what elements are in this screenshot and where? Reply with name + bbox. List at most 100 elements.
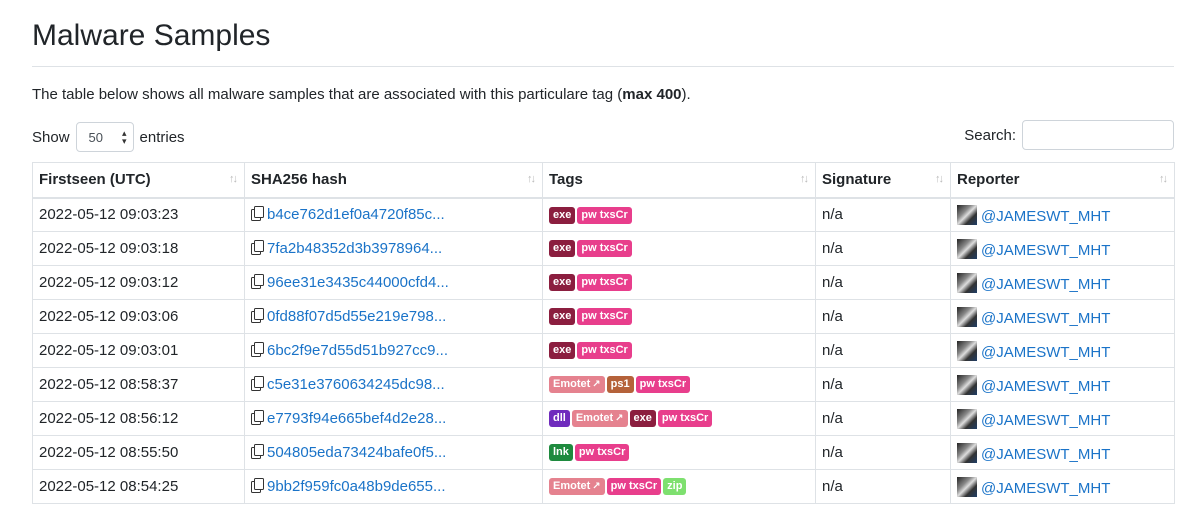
search-label: Search: bbox=[964, 126, 1016, 144]
reporter-link[interactable]: @JAMESWT_MHT bbox=[981, 480, 1110, 497]
tag-badge[interactable]: exe bbox=[549, 240, 576, 258]
tag-badge[interactable]: exe bbox=[549, 206, 576, 224]
external-link-icon: ↗ bbox=[615, 413, 624, 425]
column-header-reporter[interactable]: Reporter ↑↓ bbox=[950, 162, 1175, 199]
hash-link[interactable]: 9bb2f959fc0a48b9de655... bbox=[267, 478, 446, 495]
tag-badge[interactable]: Emotet ↗ bbox=[549, 376, 605, 394]
tag-badge[interactable]: exe bbox=[549, 308, 576, 326]
reporter-link[interactable]: @JAMESWT_MHT bbox=[981, 242, 1110, 259]
hash-link[interactable]: e7793f94e665bef4d2e28... bbox=[267, 410, 446, 427]
tag-badge[interactable]: pw txsCr bbox=[657, 410, 713, 428]
table-row: 2022-05-12 08:55:50 504805eda73424bafe0f5… bbox=[32, 435, 1175, 470]
column-header-signature[interactable]: Signature ↑↓ bbox=[815, 162, 951, 199]
hash-link[interactable]: 96ee31e3435c44000cfd4... bbox=[267, 274, 449, 291]
tag-badge[interactable]: pw txsCr bbox=[577, 206, 632, 224]
tags-cell: Emotet ↗ pw txsCr zip bbox=[542, 469, 816, 504]
page-description: The table below shows all malware sample… bbox=[32, 86, 691, 103]
copy-icon[interactable] bbox=[251, 240, 264, 255]
tag-badge[interactable]: pw txsCr bbox=[577, 308, 632, 326]
reporter-link[interactable]: @JAMESWT_MHT bbox=[981, 378, 1110, 395]
tags-cell: exe pw txsCr bbox=[542, 197, 816, 232]
avatar bbox=[957, 408, 977, 429]
hash-cell: 0fd88f07d5d55e219e798... bbox=[244, 299, 543, 334]
tag-badge[interactable]: pw txsCr bbox=[577, 240, 632, 258]
column-header-firstseen[interactable]: Firstseen (UTC) ↑↓ bbox=[32, 162, 245, 199]
reporter-cell: @JAMESWT_MHT bbox=[950, 333, 1175, 368]
firstseen-cell: 2022-05-12 08:54:25 bbox=[32, 469, 245, 504]
hash-link[interactable]: c5e31e3760634245dc98... bbox=[267, 376, 445, 393]
reporter-link[interactable]: @JAMESWT_MHT bbox=[981, 276, 1110, 293]
entries-select[interactable]: 50 ▴ ▾ bbox=[75, 122, 134, 152]
external-link-icon: ↗ bbox=[592, 379, 601, 391]
table-row: 2022-05-12 09:03:01 6bc2f9e7d55d51b927cc9… bbox=[32, 333, 1175, 368]
reporter-link[interactable]: @JAMESWT_MHT bbox=[981, 446, 1110, 463]
tag-badge[interactable]: pw txsCr bbox=[635, 376, 691, 394]
hash-cell: 7fa2b48352d3b3978964... bbox=[244, 231, 543, 266]
table-header-row: Firstseen (UTC) ↑↓ SHA256 hash ↑↓ Tags ↑↓ S… bbox=[32, 162, 1175, 199]
copy-icon[interactable] bbox=[251, 410, 264, 425]
tag-badge[interactable]: Emotet ↗ bbox=[571, 410, 628, 428]
hash-link[interactable]: 504805eda73424bafe0f5... bbox=[267, 444, 446, 461]
reporter-cell: @JAMESWT_MHT bbox=[950, 265, 1175, 300]
copy-icon[interactable] bbox=[251, 376, 264, 391]
copy-icon[interactable] bbox=[251, 308, 264, 323]
external-link-icon: ↗ bbox=[592, 481, 601, 493]
entries-label: entries bbox=[139, 128, 185, 146]
tags-cell: exe pw txsCr bbox=[542, 333, 816, 368]
hash-cell: 504805eda73424bafe0f5... bbox=[244, 435, 543, 470]
tags-cell: lnk pw txsCr bbox=[542, 435, 816, 470]
sort-arrows-icon: ↑↓ bbox=[229, 173, 238, 185]
signature-cell: n/a bbox=[815, 367, 951, 402]
avatar bbox=[957, 476, 977, 497]
firstseen-cell: 2022-05-12 09:03:18 bbox=[32, 231, 245, 266]
hash-link[interactable]: 6bc2f9e7d55d51b927cc9... bbox=[267, 342, 448, 359]
tag-badge[interactable]: exe bbox=[549, 274, 576, 292]
table-row: 2022-05-12 09:03:12 96ee31e3435c44000cfd4… bbox=[32, 265, 1175, 300]
reporter-cell: @JAMESWT_MHT bbox=[950, 197, 1175, 232]
reporter-cell: @JAMESWT_MHT bbox=[950, 469, 1175, 504]
tag-badge[interactable]: pw txsCr bbox=[606, 478, 662, 496]
show-label: Show bbox=[32, 128, 70, 146]
search-input[interactable] bbox=[1022, 120, 1174, 150]
tag-badge[interactable]: pw txsCr bbox=[577, 274, 632, 292]
avatar bbox=[957, 442, 977, 463]
hash-link[interactable]: 7fa2b48352d3b3978964... bbox=[267, 240, 442, 257]
signature-cell: n/a bbox=[815, 333, 951, 368]
tag-badge[interactable]: exe bbox=[549, 342, 576, 360]
reporter-cell: @JAMESWT_MHT bbox=[950, 367, 1175, 402]
copy-icon[interactable] bbox=[251, 478, 264, 493]
max-count: max 400 bbox=[622, 86, 682, 103]
copy-icon[interactable] bbox=[251, 206, 264, 222]
tag-badge[interactable]: pw txsCr bbox=[574, 444, 630, 462]
table-row: 2022-05-12 09:03:18 7fa2b48352d3b3978964.… bbox=[32, 231, 1175, 266]
tag-badge[interactable]: lnk bbox=[549, 444, 573, 462]
tag-badge[interactable]: exe bbox=[629, 410, 656, 428]
reporter-link[interactable]: @JAMESWT_MHT bbox=[981, 310, 1110, 327]
copy-icon[interactable] bbox=[251, 274, 264, 289]
firstseen-cell: 2022-05-12 08:55:50 bbox=[32, 435, 245, 470]
avatar bbox=[957, 204, 977, 225]
copy-icon[interactable] bbox=[251, 342, 264, 357]
tag-badge[interactable]: Emotet ↗ bbox=[549, 478, 605, 496]
tag-badge[interactable]: ps1 bbox=[606, 376, 634, 394]
tag-badge[interactable]: zip bbox=[663, 478, 687, 496]
tags-cell: exe pw txsCr bbox=[542, 231, 816, 266]
table-body: 2022-05-12 09:03:23 b4ce762d1ef0a4720f85c… bbox=[32, 197, 1175, 504]
column-header-sha256[interactable]: SHA256 hash ↑↓ bbox=[244, 162, 543, 199]
sort-arrows-icon: ↑↓ bbox=[935, 173, 944, 185]
avatar bbox=[957, 238, 977, 259]
reporter-link[interactable]: @JAMESWT_MHT bbox=[981, 412, 1110, 429]
table-row: 2022-05-12 09:03:06 0fd88f07d5d55e219e798… bbox=[32, 299, 1175, 334]
table-row: 2022-05-12 09:03:23 b4ce762d1ef0a4720f85c… bbox=[32, 197, 1175, 232]
reporter-link[interactable]: @JAMESWT_MHT bbox=[981, 208, 1110, 225]
hash-link[interactable]: b4ce762d1ef0a4720f85c... bbox=[267, 206, 445, 223]
avatar bbox=[957, 306, 977, 327]
sort-arrows-icon: ↑↓ bbox=[1159, 173, 1168, 185]
reporter-link[interactable]: @JAMESWT_MHT bbox=[981, 344, 1110, 361]
copy-icon[interactable] bbox=[251, 444, 264, 459]
tag-badge[interactable]: dll bbox=[549, 410, 570, 428]
hash-link[interactable]: 0fd88f07d5d55e219e798... bbox=[267, 308, 446, 325]
tag-badge[interactable]: pw txsCr bbox=[577, 342, 632, 360]
signature-cell: n/a bbox=[815, 197, 951, 232]
column-header-tags[interactable]: Tags ↑↓ bbox=[542, 162, 816, 199]
